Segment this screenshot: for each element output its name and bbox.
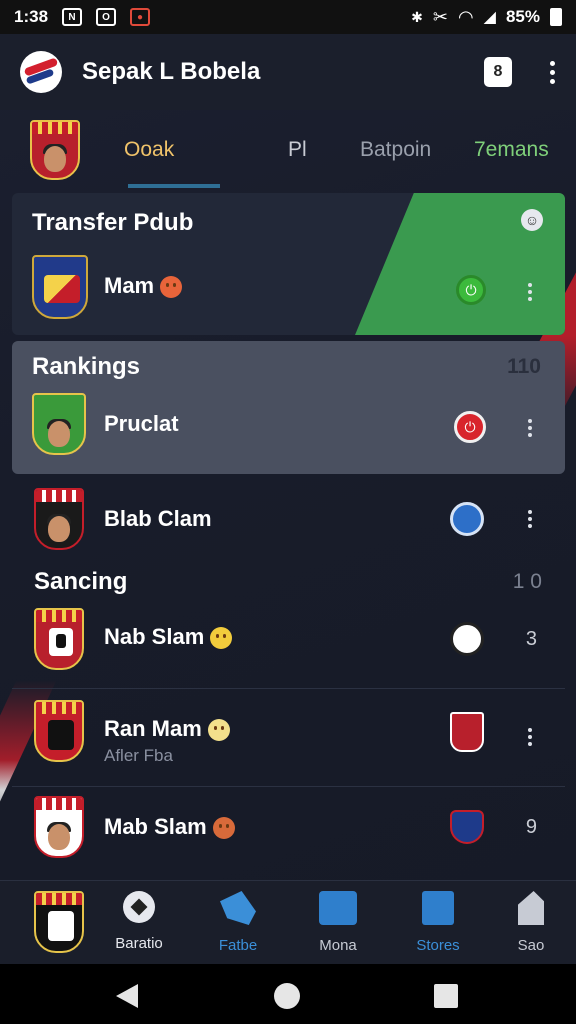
power-button[interactable]: ⏻	[456, 275, 486, 305]
nav-label: Mona	[319, 937, 357, 954]
app-screen: 1:38 N O ● ✱ ✂ ◠ ◢ 85% Sepak L Bobela 8 …	[0, 0, 576, 1024]
bluetooth-icon: ✱	[411, 8, 423, 25]
angry-emoji-icon	[160, 276, 183, 299]
card-title: Transfer Pdub	[32, 209, 194, 236]
pitch-icon	[319, 891, 357, 925]
wifi-icon: ◠	[457, 6, 474, 27]
nav-item-sao[interactable]: Sao	[486, 891, 576, 954]
app-notification-icon: ●	[130, 8, 151, 26]
vibrate-icon: ✂	[432, 6, 448, 27]
nav-item-fatbe[interactable]: Fatbe	[193, 891, 283, 954]
signal-icon: ◢	[483, 9, 496, 26]
tab-bar: Ooak Pl Batpoin 7emans	[0, 110, 576, 190]
section-count: 1 0	[512, 570, 542, 593]
row-menu-icon[interactable]	[528, 510, 533, 528]
share-icon	[518, 891, 544, 925]
nav-item-mona[interactable]: Mona	[293, 891, 383, 954]
nav-label: Baratio	[115, 935, 163, 952]
club-badge-icon	[450, 622, 484, 656]
app-title: Sepak L Bobela	[82, 58, 261, 85]
divider	[12, 786, 565, 787]
app-bar: Sepak L Bobela 8	[0, 34, 576, 110]
club-crest[interactable]	[34, 891, 84, 953]
list-item-name: Pruclat	[104, 411, 179, 436]
list-item-name: Nab Slam	[104, 624, 233, 650]
divider	[12, 688, 565, 689]
rankings-count: 110	[507, 355, 541, 378]
status-bar: 1:38 N O ● ✱ ✂ ◠ ◢ 85%	[0, 0, 576, 34]
list-item[interactable]: Blab Clam	[12, 474, 565, 564]
club-crest	[34, 488, 84, 550]
club-crest[interactable]	[30, 120, 80, 180]
row-menu-icon[interactable]	[528, 283, 533, 301]
list-item-name: Mab Slam	[104, 814, 235, 840]
nav-label: Stores	[416, 937, 460, 954]
nav-item-stores[interactable]: Stores	[393, 891, 483, 954]
list-item[interactable]: Ran Mam Afler Fba	[12, 690, 565, 786]
bottom-nav: Baratio Fatbe Mona Stores Sao	[0, 880, 576, 964]
home-icon[interactable]	[274, 983, 300, 1009]
battery-percent: 85%	[505, 7, 540, 26]
system-nav-bar	[0, 964, 576, 1024]
card-title: Rankings	[32, 353, 141, 380]
row-menu-icon[interactable]	[528, 419, 533, 437]
tab-ooak[interactable]: Ooak	[124, 138, 174, 162]
active-tab-indicator	[128, 184, 220, 188]
list-item[interactable]: Nab Slam 3	[12, 600, 565, 688]
list-item-value: 3	[525, 628, 537, 650]
club-crest	[34, 608, 84, 670]
app-logo[interactable]	[20, 51, 62, 93]
list-item-name: Ran Mam	[104, 716, 230, 742]
list-item-name: Mam	[104, 273, 183, 299]
shopping-bag-icon[interactable]: 8	[484, 57, 512, 87]
angry-emoji-icon	[212, 817, 235, 840]
status-time: 1:38	[14, 7, 49, 26]
back-icon[interactable]	[116, 984, 138, 1008]
cheer-emoji-icon	[207, 719, 230, 742]
nav-label: Sao	[517, 937, 545, 954]
club-badge-icon	[450, 712, 484, 752]
more-options-icon[interactable]	[550, 60, 556, 84]
boot-icon	[220, 891, 256, 925]
notification-icon: N	[62, 8, 83, 26]
nav-item-baratio[interactable]: Baratio	[94, 891, 184, 952]
recents-icon[interactable]	[434, 984, 458, 1008]
club-crest	[32, 255, 88, 319]
smile-emoji-icon	[210, 627, 233, 650]
message-icon: O	[96, 8, 117, 26]
nav-label: Fatbe	[218, 937, 258, 954]
club-crest	[34, 796, 84, 858]
power-button[interactable]: ⏻	[454, 411, 486, 443]
transfer-card: Transfer Pdub ☺ Mam ⏻	[12, 193, 565, 335]
tab-7emans[interactable]: 7emans	[474, 138, 549, 162]
soccer-ball-icon	[123, 891, 155, 923]
rankings-card: Rankings 110 Pruclat ⏻	[12, 341, 565, 474]
tab-pl[interactable]: Pl	[288, 138, 307, 162]
smile-icon[interactable]: ☺	[521, 209, 543, 231]
list-item-subtitle: Afler Fba	[104, 746, 173, 765]
list-item-value: 9	[525, 816, 537, 838]
row-menu-icon[interactable]	[528, 728, 533, 746]
club-crest	[34, 700, 84, 762]
tab-batpoin[interactable]: Batpoin	[360, 138, 431, 162]
list-item[interactable]: Mab Slam 9	[12, 788, 565, 878]
list-item-name: Blab Clam	[104, 506, 212, 531]
club-crest	[32, 393, 86, 455]
section-title: Sancing	[34, 568, 128, 595]
store-icon	[422, 891, 454, 925]
club-badge-icon	[450, 502, 484, 536]
club-badge-icon	[450, 810, 484, 844]
battery-icon	[550, 8, 562, 26]
